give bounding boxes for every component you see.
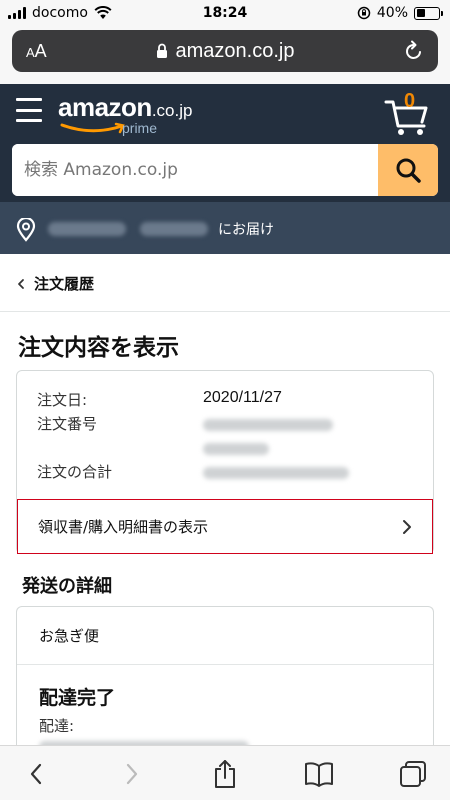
url-text: amazon.co.jp [175,39,295,62]
address-bar[interactable]: AA amazon.co.jp [12,30,438,72]
amazon-logo[interactable]: amazon.co.jp prime [58,92,192,136]
redacted-order-total [203,467,349,479]
redacted-address [48,222,126,236]
deliver-to-bar[interactable]: にお届け [0,202,450,254]
shipping-method: お急ぎ便 [39,627,100,645]
cart-button[interactable]: 0 [382,90,438,136]
smile-arrow-icon [60,122,125,134]
redacted-order-number [203,443,269,455]
view-receipt-link[interactable]: 領収書/購入明細書の表示 [17,499,433,554]
share-button[interactable] [209,758,241,790]
prime-label: prime [122,120,158,136]
chevron-right-icon [126,763,138,785]
breadcrumb-order-history: 注文履歴 [34,275,95,293]
shipment-card: お急ぎ便 配達完了 配達: [16,606,434,756]
search-box [12,144,438,196]
share-icon [215,760,235,788]
redacted-address [140,222,208,236]
search-button[interactable] [378,144,438,196]
forward-button[interactable] [116,758,148,790]
chevron-left-icon [30,763,42,785]
page-title: 注文内容を表示 [18,335,179,361]
url-display[interactable]: amazon.co.jp [156,39,295,63]
delivery-date-label: 配達: [39,717,75,735]
location-pin-icon [16,218,36,242]
status-bar: docomo 18:24 40% [0,0,450,26]
redacted-order-number [203,419,333,431]
cart-count: 0 [404,90,416,112]
orientation-lock-icon [357,6,371,20]
chevron-left-icon [18,279,24,289]
order-total-label: 注文の合計 [37,463,113,481]
shipping-details-title: 発送の詳細 [22,576,112,597]
battery-icon [414,6,443,20]
deliver-to-label: にお届け [218,222,274,238]
bookmarks-button[interactable] [303,758,335,790]
book-icon [305,762,333,787]
site-header: amazon.co.jp prime 0 [0,84,450,202]
battery-fill [416,9,425,17]
browser-bar: AA amazon.co.jp [0,26,450,84]
search-input[interactable] [12,144,378,196]
tabs-icon [400,761,426,787]
chevron-right-icon [403,520,411,534]
reload-icon[interactable] [404,40,424,62]
lock-icon [156,43,167,58]
browser-toolbar [0,745,450,800]
order-number-label: 注文番号 [37,415,98,433]
order-date-value: 2020/11/27 [203,389,282,406]
back-button[interactable] [20,758,52,790]
delivery-status: 配達完了 [39,687,116,709]
tabs-button[interactable] [397,758,429,790]
search-icon [396,158,421,183]
menu-icon[interactable] [16,98,42,122]
status-right: 40% [357,5,443,21]
view-receipt-label: 領収書/購入明細書の表示 [38,518,209,536]
breadcrumb[interactable]: 注文履歴 [0,254,450,312]
order-date-label: 注文日: [37,391,88,409]
divider [17,664,433,665]
battery-percent: 40% [376,5,408,21]
reader-options-button[interactable]: AA [26,41,47,62]
